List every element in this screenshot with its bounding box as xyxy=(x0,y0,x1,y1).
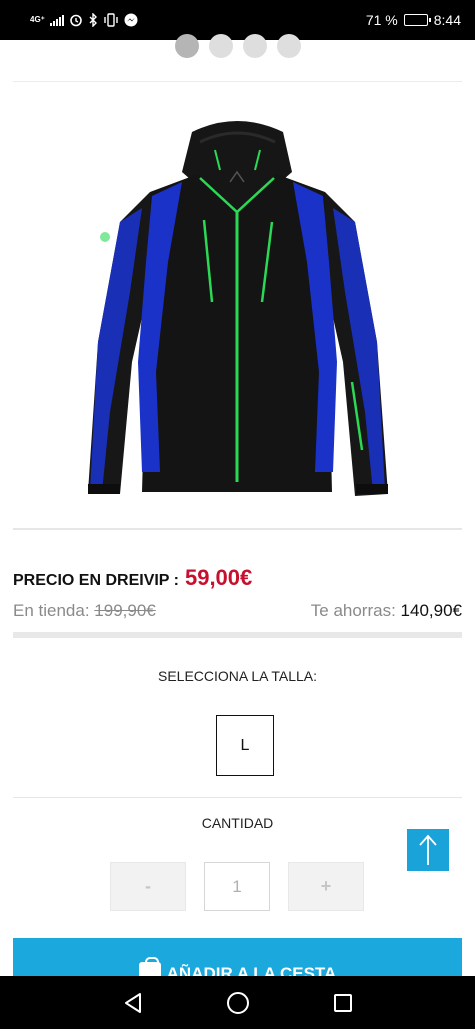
carousel-dot[interactable] xyxy=(242,34,267,58)
back-triangle-icon xyxy=(124,992,141,1013)
navigation-bar xyxy=(0,976,475,1029)
size-option-l[interactable]: L xyxy=(216,715,274,776)
size-title: SELECCIONA LA TALLA: xyxy=(157,668,317,684)
recents-button[interactable] xyxy=(323,983,363,1023)
battery-percent: 71 % xyxy=(365,12,398,28)
store-price-old: 199,90€ xyxy=(94,601,156,620)
divider xyxy=(13,528,462,530)
divider xyxy=(13,632,462,638)
vibrate-icon xyxy=(104,13,118,27)
savings-label: Te ahorras: xyxy=(310,601,396,620)
store-price: En tienda: 199,90€ xyxy=(13,601,156,621)
signal-icon xyxy=(49,14,64,26)
arrow-up-icon xyxy=(419,834,437,865)
product-image[interactable] xyxy=(80,112,395,502)
status-icons-right: 71 % 8:44 xyxy=(366,12,461,28)
savings-value: 140,90€ xyxy=(400,601,462,620)
alarm-icon xyxy=(70,14,82,27)
quantity-input[interactable]: 1 xyxy=(204,862,270,911)
price-value: 59,00€ xyxy=(184,565,253,590)
bluetooth-icon xyxy=(89,13,97,27)
price-row: PRECIO EN DREIVIP : 59,00€ xyxy=(13,565,252,591)
divider xyxy=(13,797,462,798)
recents-square-icon xyxy=(333,993,352,1012)
quantity-decrease-button[interactable]: - xyxy=(110,862,186,911)
quantity-title: CANTIDAD xyxy=(201,815,274,831)
store-price-label: En tienda: xyxy=(13,601,90,620)
home-circle-icon xyxy=(226,991,249,1014)
quantity-increase-button[interactable]: + xyxy=(288,862,364,911)
home-button[interactable] xyxy=(218,983,258,1023)
scroll-to-top-button[interactable] xyxy=(407,829,449,871)
carousel-dot[interactable] xyxy=(276,34,301,58)
back-button[interactable] xyxy=(113,983,153,1023)
carousel-dot[interactable] xyxy=(208,34,233,58)
clock: 8:44 xyxy=(433,12,461,28)
price-label: PRECIO EN DREIVIP : xyxy=(13,572,179,589)
status-icons-left: 4G⁺ xyxy=(30,13,138,27)
savings: Te ahorras: 140,90€ xyxy=(311,601,462,621)
network-type: 4G⁺ xyxy=(30,15,45,24)
carousel-dots xyxy=(0,34,475,58)
carousel-dot[interactable] xyxy=(174,34,199,58)
divider xyxy=(13,81,462,82)
battery-icon xyxy=(403,14,431,26)
messenger-icon xyxy=(124,13,138,27)
jacket-photo xyxy=(88,121,388,496)
store-price-row: En tienda: 199,90€ Te ahorras: 140,90€ xyxy=(13,601,462,621)
